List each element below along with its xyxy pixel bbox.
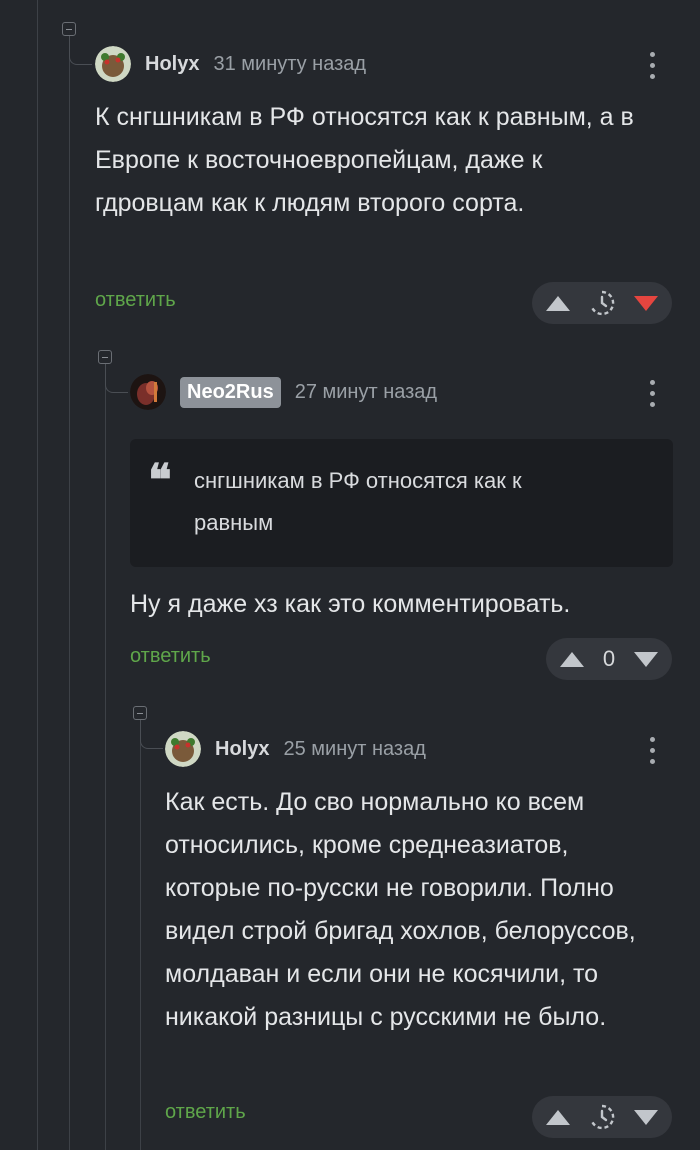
reply-link[interactable]: ответить (95, 289, 176, 312)
hidden-score-clock-icon (590, 1104, 615, 1130)
hidden-score-clock-icon (590, 290, 615, 316)
more-icon[interactable] (642, 375, 662, 411)
downvote-icon[interactable] (634, 651, 658, 667)
timestamp: 25 минут назад (283, 737, 426, 760)
vote-box: 0 (546, 638, 672, 680)
reply-link[interactable]: ответить (165, 1101, 246, 1124)
quote-icon: ❝ (148, 455, 172, 506)
comment: Neo2Rus 27 минут назад ❝ снгшникам в РФ … (0, 330, 700, 700)
downvote-icon[interactable] (634, 295, 658, 311)
avatar[interactable] (95, 46, 131, 82)
reply-link[interactable]: ответить (130, 645, 211, 668)
comment-header: Neo2Rus 27 минут назад (130, 372, 437, 412)
comment-text: Как есть. До сво нормально ко всем относ… (165, 788, 636, 1031)
vote-box (532, 1096, 672, 1138)
upvote-icon[interactable] (546, 295, 570, 311)
timestamp: 31 минуту назад (213, 52, 367, 75)
comment-header: Holyx 25 минут назад (165, 729, 426, 769)
comment-header: Holyx 31 минуту назад (95, 44, 366, 84)
quote-text: снгшникам в РФ относятся как к равным (194, 468, 522, 535)
more-icon[interactable] (642, 732, 662, 768)
more-icon[interactable] (642, 47, 662, 83)
comment-text: К снгшникам в РФ относятся как к равным,… (95, 103, 634, 217)
upvote-icon[interactable] (560, 651, 584, 667)
username[interactable]: Holyx (215, 738, 269, 761)
avatar[interactable] (130, 374, 166, 410)
username[interactable]: Neo2Rus (180, 376, 281, 408)
comment: Holyx 25 минут назад Как есть. До сво но… (0, 700, 700, 1150)
username[interactable]: Holyx (145, 53, 199, 76)
quote-block: ❝ снгшникам в РФ относятся как к равным (130, 439, 673, 567)
downvote-icon[interactable] (634, 1109, 658, 1125)
timestamp: 27 минут назад (294, 380, 438, 403)
vote-box (532, 282, 672, 324)
comment: Holyx 31 минуту назад К снгшникам в РФ о… (0, 0, 700, 330)
rating-score: 0 (602, 646, 616, 671)
avatar[interactable] (165, 731, 201, 767)
comment-text: Ну я даже хз как это комментировать. (130, 590, 571, 618)
upvote-icon[interactable] (546, 1109, 570, 1125)
